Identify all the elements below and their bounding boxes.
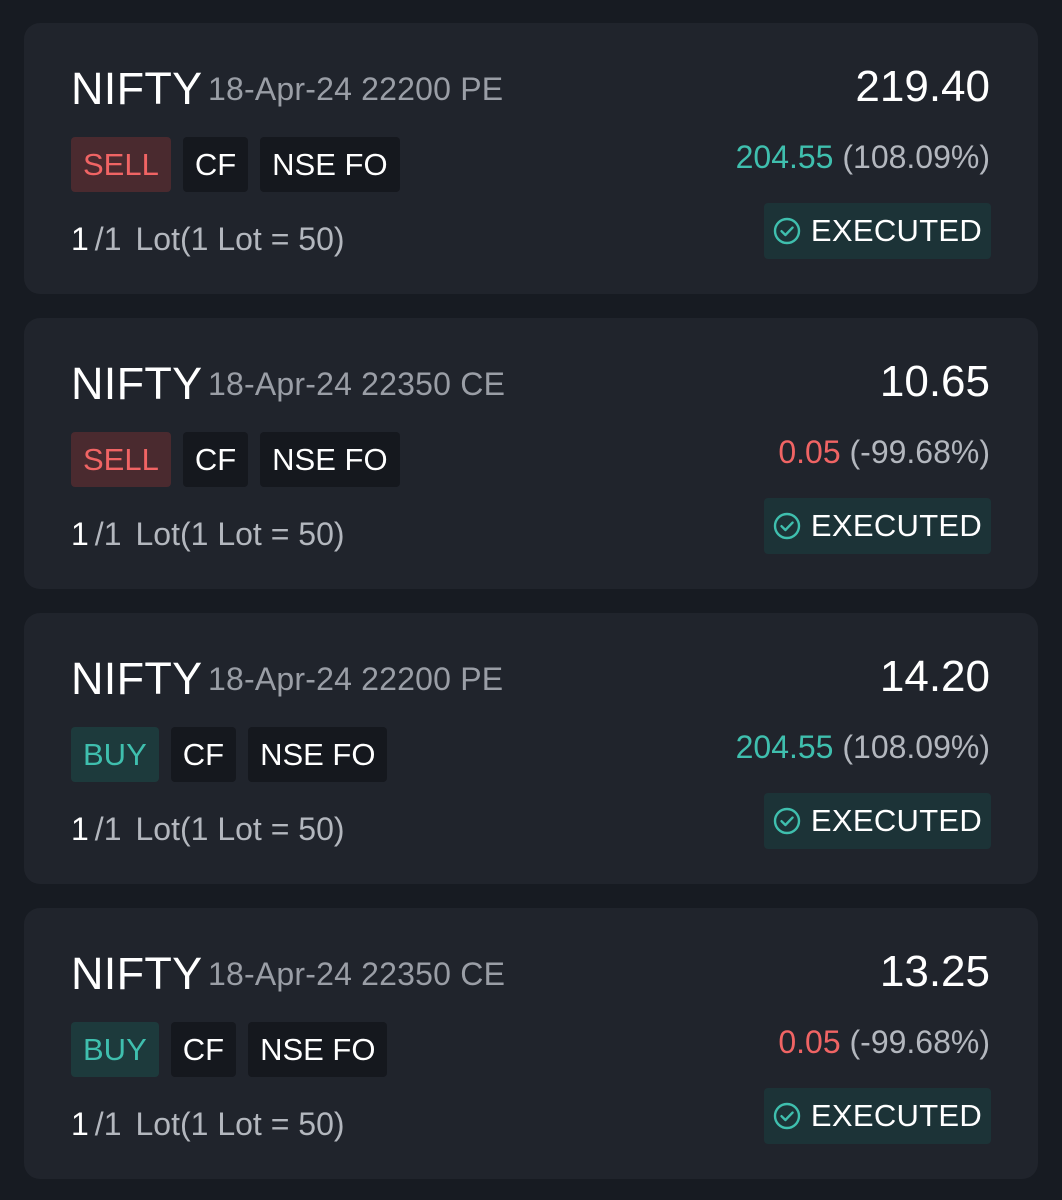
check-circle-icon [773,512,801,540]
order-change-value: 0.05 [778,434,841,470]
check-circle-icon [773,217,801,245]
qty-total: /1 [94,221,122,257]
status-label: EXECUTED [810,1098,983,1133]
status-badge: EXECUTED [764,498,991,554]
order-change-value: 204.55 [735,729,834,765]
order-card[interactable]: NIFTY 18-Apr-24 22350 CE 13.25 0.05 (-99… [24,908,1038,1179]
order-price: 13.25 [879,947,990,996]
order-tags: SELL CF NSE FO [71,432,400,487]
order-change-percent: (-99.68%) [849,434,991,470]
order-contract: 18-Apr-24 22200 PE [208,661,504,697]
order-change-percent: (108.09%) [842,139,990,175]
exchange-badge: NSE FO [260,137,400,192]
order-price: 219.40 [855,62,990,111]
lot-size: Lot(1 Lot = 50) [135,811,345,847]
product-badge: CF [182,137,249,192]
exchange-badge: NSE FO [248,727,388,782]
qty-total: /1 [94,811,122,847]
qty-filled: 1 [71,1106,89,1142]
order-symbol: NIFTY [71,948,203,999]
order-card[interactable]: NIFTY 18-Apr-24 22350 CE 10.65 0.05 (-99… [24,318,1038,589]
order-tags: BUY CF NSE FO [71,1022,388,1077]
order-symbol: NIFTY [71,63,203,114]
order-change: 204.55 (108.09%) [736,727,990,767]
lot-size: Lot(1 Lot = 50) [135,221,345,257]
order-price: 10.65 [879,357,990,406]
status-badge: EXECUTED [764,203,991,259]
lot-size: Lot(1 Lot = 50) [135,516,345,552]
status-label: EXECUTED [810,508,983,543]
check-circle-icon [773,1102,801,1130]
product-badge: CF [170,1022,237,1077]
order-change-value: 0.05 [778,1024,841,1060]
order-tags: BUY CF NSE FO [71,727,388,782]
check-circle-icon [773,807,801,835]
status-badge: EXECUTED [764,1088,991,1144]
lot-size: Lot(1 Lot = 50) [135,1106,345,1142]
order-change-value: 204.55 [735,139,834,175]
side-badge: BUY [71,1022,159,1077]
order-quantity: 1/1 Lot(1 Lot = 50) [71,514,345,554]
side-badge: SELL [71,432,171,487]
product-badge: CF [182,432,249,487]
side-badge: BUY [71,727,159,782]
order-symbol: NIFTY [71,653,203,704]
product-badge: CF [170,727,237,782]
status-badge: EXECUTED [764,793,991,849]
order-card[interactable]: NIFTY 18-Apr-24 22200 PE 219.40 204.55 (… [24,23,1038,294]
qty-total: /1 [94,1106,122,1142]
qty-filled: 1 [71,516,89,552]
order-symbol: NIFTY [71,358,203,409]
order-card[interactable]: NIFTY 18-Apr-24 22200 PE 14.20 204.55 (1… [24,613,1038,884]
qty-filled: 1 [71,811,89,847]
order-quantity: 1/1 Lot(1 Lot = 50) [71,219,345,259]
order-change: 0.05 (-99.68%) [778,1022,990,1062]
exchange-badge: NSE FO [248,1022,388,1077]
status-label: EXECUTED [810,803,983,838]
exchange-badge: NSE FO [260,432,400,487]
order-change-percent: (108.09%) [842,729,990,765]
qty-total: /1 [94,516,122,552]
order-quantity: 1/1 Lot(1 Lot = 50) [71,1104,345,1144]
order-quantity: 1/1 Lot(1 Lot = 50) [71,809,345,849]
order-contract: 18-Apr-24 22200 PE [208,71,504,107]
order-change-percent: (-99.68%) [849,1024,991,1060]
order-change: 0.05 (-99.68%) [778,432,990,472]
order-contract: 18-Apr-24 22350 CE [208,366,506,402]
order-change: 204.55 (108.09%) [736,137,990,177]
order-price: 14.20 [879,652,990,701]
order-contract: 18-Apr-24 22350 CE [208,956,506,992]
order-tags: SELL CF NSE FO [71,137,400,192]
status-label: EXECUTED [810,213,983,248]
qty-filled: 1 [71,221,89,257]
side-badge: SELL [71,137,171,192]
